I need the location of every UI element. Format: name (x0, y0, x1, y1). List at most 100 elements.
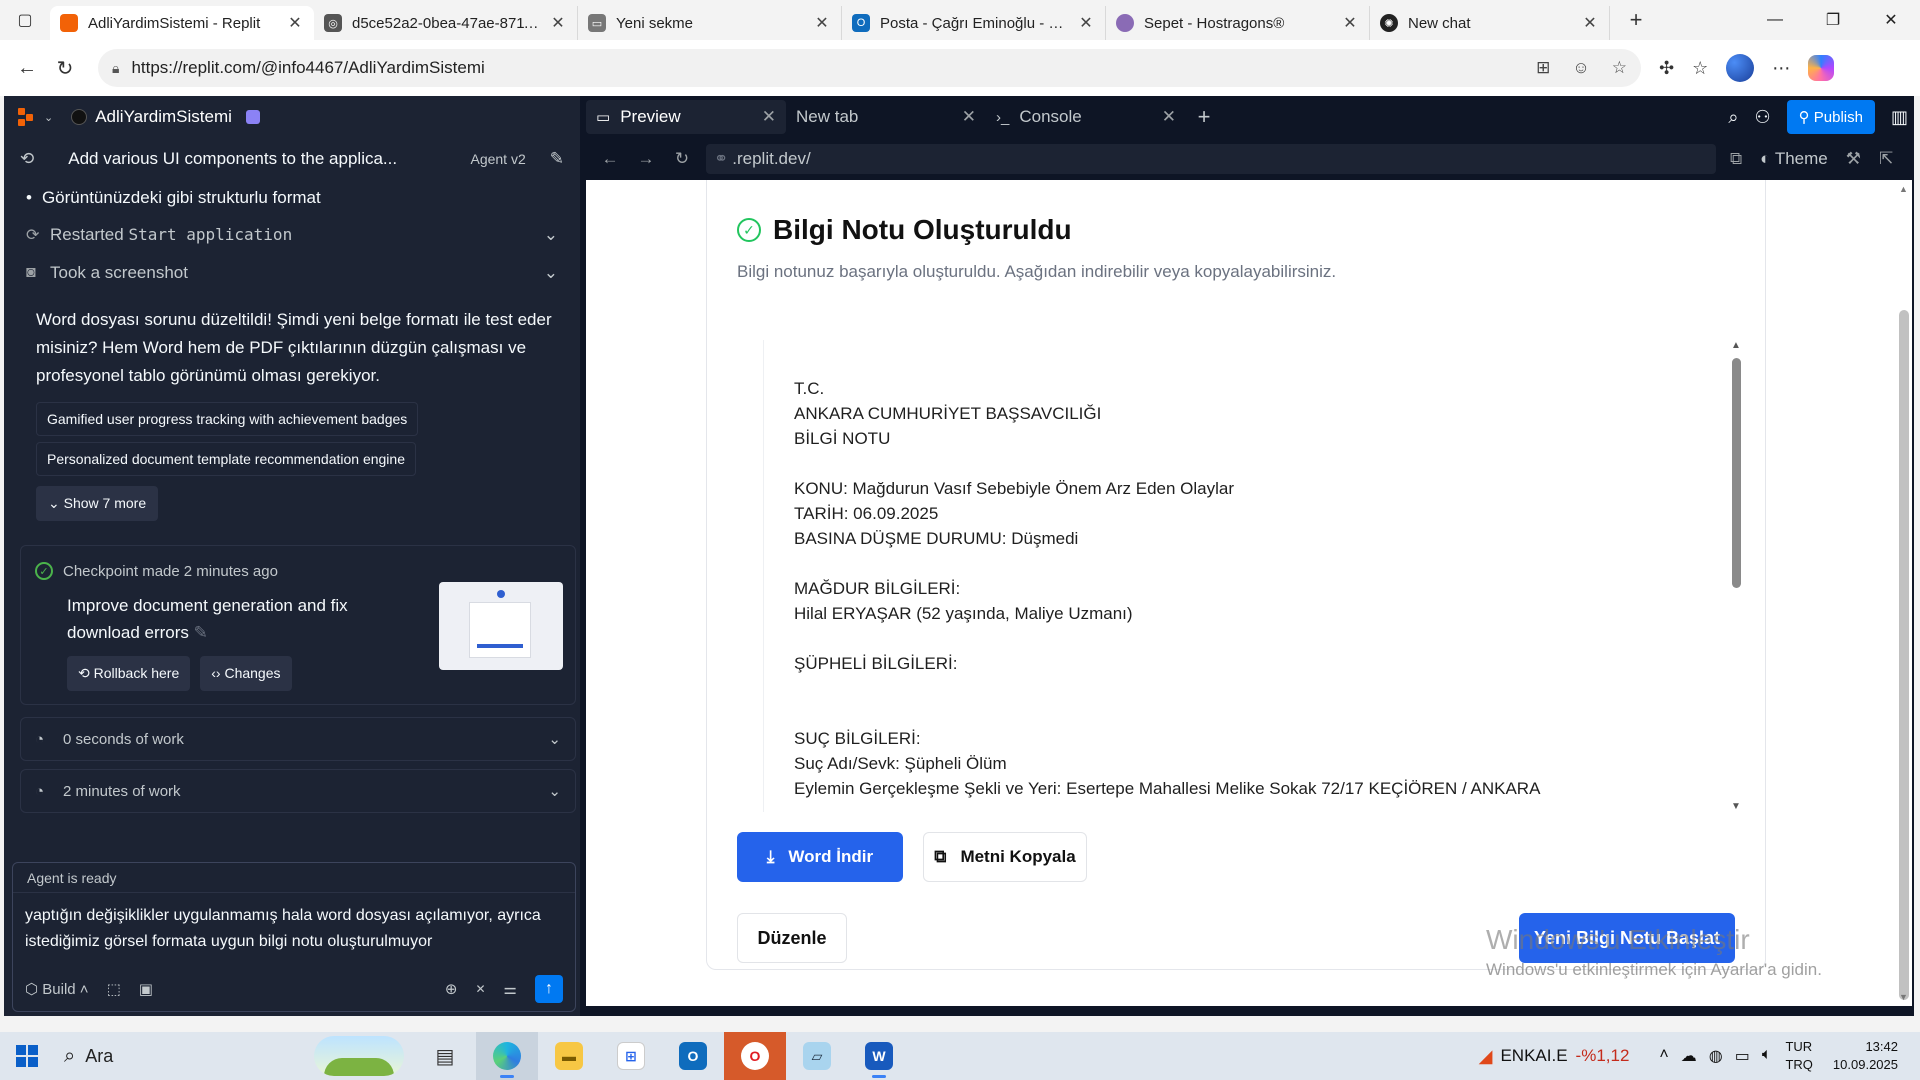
scroll-up-icon[interactable]: ▲ (1731, 340, 1741, 351)
battery-icon[interactable]: ▭ (1735, 1046, 1750, 1066)
tab-console[interactable]: ›_ Console ✕ (986, 100, 1186, 134)
suggestion-chip[interactable]: Gamified user progress tracking with ach… (36, 402, 419, 436)
tab-preview[interactable]: ▭ Preview ✕ (586, 100, 786, 134)
composer-input[interactable]: yaptığın değişiklikler uygulanmamış hala… (13, 893, 575, 963)
open-external-icon[interactable]: ⇱ (1879, 149, 1893, 169)
attach-image-icon[interactable]: ▣ (139, 980, 153, 998)
app-available-icon[interactable]: ⊞ (1536, 58, 1550, 78)
browser-tab-uuid[interactable]: ◎ d5ce52a2-0bea-47ae-8711-5 ✕ (314, 6, 578, 40)
rollback-button[interactable]: ⟲ Rollback here (67, 656, 191, 691)
browser-tab-chat[interactable]: ✺ New chat ✕ (1370, 6, 1610, 40)
more-menu-icon[interactable]: ⋯ (1772, 58, 1790, 79)
back-icon[interactable]: ← (8, 49, 46, 87)
lock-icon[interactable]: 🔒︎ (112, 60, 119, 77)
web-search-icon[interactable]: ⊕ (445, 980, 458, 998)
search-icon[interactable]: ⌕ (1728, 107, 1738, 128)
close-tab-icon[interactable]: ✕ (1077, 13, 1095, 33)
activity-screenshot[interactable]: ◙ Took a screenshot ⌄ (16, 254, 568, 292)
replit-logo-icon[interactable] (18, 108, 36, 126)
close-tab-icon[interactable]: ✕ (813, 13, 831, 33)
close-icon[interactable]: ✕ (962, 107, 976, 127)
close-icon[interactable]: ✕ (1162, 107, 1176, 127)
theme-button[interactable]: ◐ Theme (1760, 149, 1828, 169)
start-button[interactable] (0, 1032, 54, 1080)
changes-button[interactable]: ‹› Changes (200, 656, 292, 691)
agent-version-chip[interactable]: Agent v2 (470, 151, 525, 167)
project-name[interactable]: AdliYardimSistemi (95, 107, 232, 127)
document-preview[interactable]: T.C. ANKARA CUMHURİYET BAŞSAVCILIĞI BİLGİ … (763, 340, 1753, 812)
work-summary[interactable]: ◔ 2 minutes of work ⌄ (20, 769, 576, 813)
scroll-thumb[interactable] (1732, 358, 1741, 588)
pencil-icon[interactable]: ✎ (194, 623, 208, 642)
build-mode-button[interactable]: ⬡ Build ˄ (25, 980, 89, 998)
thread-title[interactable]: Add various UI components to the applica… (68, 149, 470, 169)
close-tab-icon[interactable]: ✕ (286, 13, 304, 33)
new-chat-icon[interactable]: ✎ (550, 149, 564, 169)
work-summary[interactable]: ◔ 0 seconds of work ⌄ (20, 717, 576, 761)
profile-avatar[interactable] (1726, 54, 1755, 82)
volume-icon[interactable]: 🔈︎ (1762, 1046, 1772, 1066)
close-tab-icon[interactable]: ✕ (1581, 13, 1599, 33)
close-window-icon[interactable]: ✕ (1862, 0, 1920, 40)
chevron-down-icon[interactable]: ⌄ (44, 111, 53, 124)
tab-actions-button[interactable]: ▢ (0, 0, 50, 40)
publish-button[interactable]: ⚲ Publish (1786, 100, 1875, 134)
scroll-down-icon[interactable]: ▼ (1899, 992, 1908, 1002)
onedrive-icon[interactable]: ☁ (1681, 1046, 1697, 1066)
scroll-thumb[interactable] (1899, 310, 1909, 1000)
more-tools-icon[interactable]: ☺ (1572, 58, 1589, 78)
opera-icon[interactable]: O (724, 1032, 786, 1080)
devtools-icon[interactable]: ⚒ (1846, 149, 1861, 169)
checkpoint-screenshot-thumbnail[interactable] (439, 582, 563, 670)
toggle-panel-icon[interactable]: ▥ (1891, 107, 1908, 128)
forward-icon[interactable]: → (628, 149, 664, 169)
back-icon[interactable]: ← (592, 149, 628, 169)
browser-tab-replit[interactable]: AdliYardimSistemi - Replit ✕ (50, 6, 314, 40)
tab-new[interactable]: New tab ✕ (786, 100, 986, 134)
show-more-button[interactable]: ⌄ Show 7 more (36, 486, 159, 521)
edit-button[interactable]: Düzenle (737, 913, 847, 963)
word-taskbar-icon[interactable]: W (848, 1032, 910, 1080)
scroll-down-icon[interactable]: ▼ (1731, 801, 1741, 812)
stock-widget[interactable]: ◢ ENKAI.E -%1,12 (1479, 1046, 1630, 1067)
browser-tab-outlook[interactable]: O Posta - Çağrı Eminoğlu - Out ✕ (842, 6, 1106, 40)
document-scrollbar[interactable]: ▲ ▼ (1729, 340, 1743, 812)
reload-icon[interactable]: ↻ (46, 49, 84, 87)
scroll-up-icon[interactable]: ▲ (1899, 184, 1908, 194)
chevron-down-icon[interactable]: ⌄ (544, 263, 558, 283)
history-icon[interactable]: ⟲ (20, 149, 34, 169)
activity-restarted[interactable]: ⟳ Restarted Start application ⌄ (16, 216, 568, 254)
new-tab-button[interactable]: + (1616, 0, 1656, 40)
input-language[interactable]: TUR TRQ (1785, 1038, 1812, 1074)
edge-taskbar-icon[interactable] (476, 1032, 538, 1080)
close-icon[interactable]: ✕ (762, 107, 776, 127)
select-element-icon[interactable]: ⬚ (107, 980, 121, 998)
browser-tab-hostragons[interactable]: Sepet - Hostragons® ✕ (1106, 6, 1370, 40)
preview-url-field[interactable]: ⚭ .replit.dev/ (706, 144, 1716, 174)
reload-icon[interactable]: ↻ (664, 149, 700, 169)
close-tab-icon[interactable]: ✕ (549, 13, 567, 33)
task-view-icon[interactable]: ▤ (414, 1032, 476, 1080)
add-tab-button[interactable]: + (1186, 104, 1222, 130)
clock[interactable]: 13:42 10.09.2025 (1833, 1038, 1898, 1074)
chevron-up-icon[interactable]: ˄ (1659, 1046, 1668, 1066)
chevron-down-icon[interactable]: ⌄ (544, 225, 558, 245)
store-icon[interactable]: ⊞ (600, 1032, 662, 1080)
preview-url[interactable]: .replit.dev/ (732, 149, 810, 169)
favorite-star-icon[interactable]: ☆ (1612, 58, 1627, 78)
network-icon[interactable]: ◍ (1709, 1046, 1723, 1066)
notepad-icon[interactable]: ▱ (786, 1032, 848, 1080)
copilot-icon[interactable] (1808, 55, 1835, 81)
suggestion-chip[interactable]: Personalized document template recommend… (36, 442, 416, 476)
close-tab-icon[interactable]: ✕ (1341, 13, 1359, 33)
preview-scrollbar[interactable]: ▲ ▼ (1896, 180, 1912, 1006)
devices-icon[interactable]: ⧉ (1730, 149, 1742, 169)
extensions-icon[interactable]: ✣ (1659, 58, 1674, 79)
taskbar-search[interactable]: ⌕ Ara (54, 1032, 414, 1080)
outlook-taskbar-icon[interactable]: O (662, 1032, 724, 1080)
settings-sliders-icon[interactable]: ⚌ (504, 980, 517, 998)
restore-icon[interactable]: ❐ (1804, 0, 1862, 40)
close-icon[interactable]: ✕ (475, 982, 485, 996)
browser-tab-new[interactable]: ▭ Yeni sekme ✕ (578, 6, 842, 40)
address-url[interactable]: https://replit.com/@info4467/AdliYardimS… (131, 58, 1536, 78)
